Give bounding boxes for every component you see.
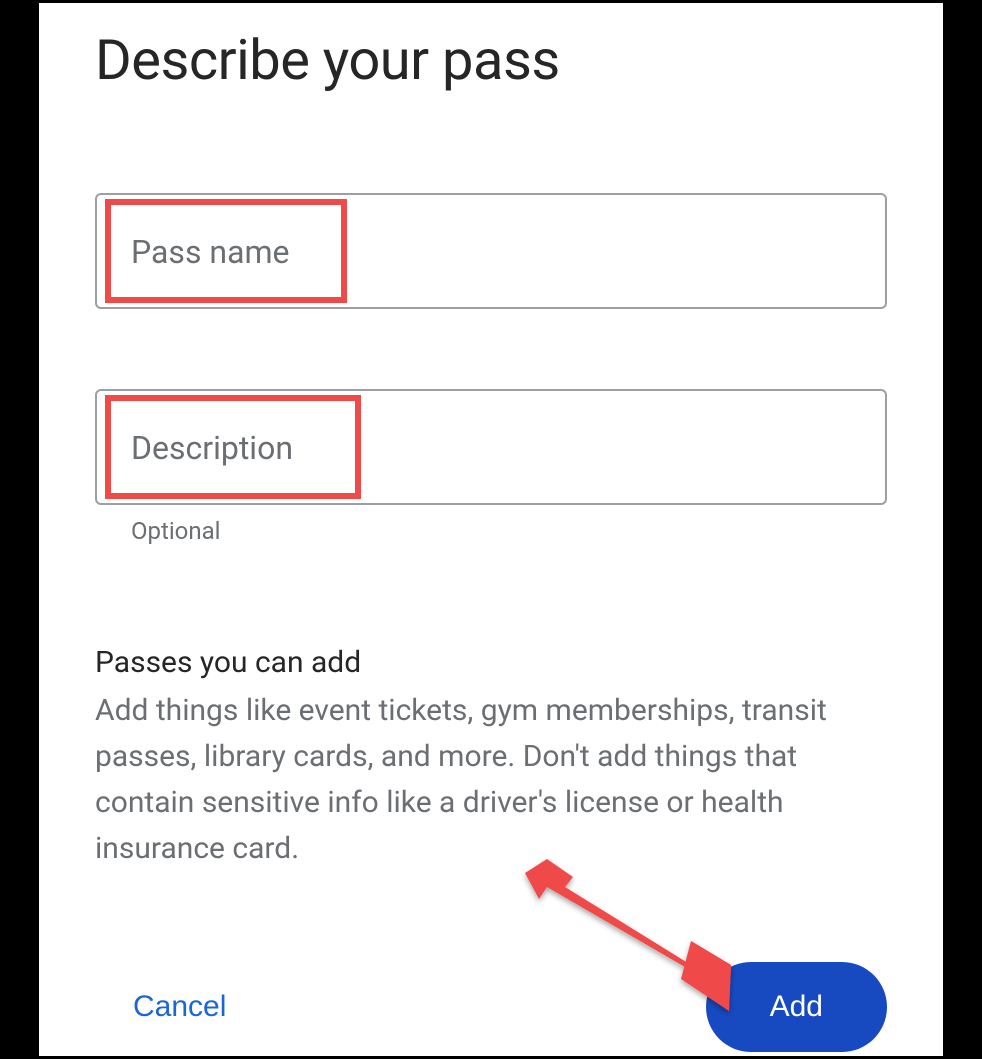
- description-field-wrap: Description: [95, 389, 887, 505]
- info-heading: Passes you can add: [95, 645, 887, 680]
- description-input[interactable]: [95, 389, 887, 505]
- pass-name-field-wrap: Pass name: [95, 193, 887, 309]
- right-black-bar: [946, 0, 982, 1059]
- info-block: Passes you can add Add things like event…: [95, 645, 887, 872]
- pass-name-input[interactable]: [95, 193, 887, 309]
- fields: Pass name Description Optional: [95, 193, 887, 545]
- add-button[interactable]: Add: [706, 962, 887, 1052]
- dialog-body: Describe your pass Pass name Description…: [36, 0, 946, 1059]
- cancel-button[interactable]: Cancel: [95, 970, 264, 1044]
- info-body: Add things like event tickets, gym membe…: [95, 688, 887, 872]
- description-hint: Optional: [131, 517, 887, 545]
- left-black-bar: [0, 0, 36, 1059]
- page-title: Describe your pass: [95, 27, 887, 93]
- action-row: Cancel Add: [95, 962, 887, 1052]
